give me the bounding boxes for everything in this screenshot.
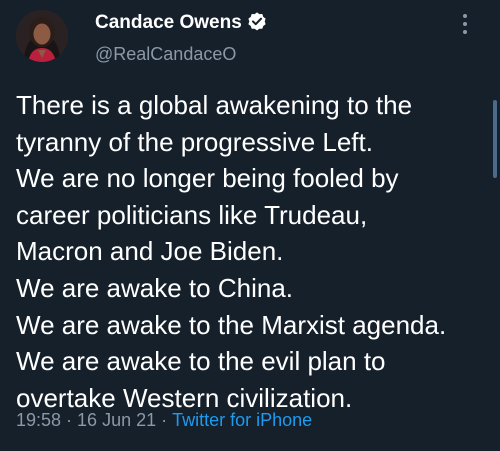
avatar-image xyxy=(16,10,68,62)
tweet-text-line: Macron and Joe Biden. xyxy=(16,236,284,267)
tweet-meta: 19:58 · 16 Jun 21 · Twitter for iPhone xyxy=(16,410,312,431)
more-dot xyxy=(463,14,467,18)
tweet-detail: Candace Owens @RealCandaceO There is a g… xyxy=(0,0,500,451)
scrollbar[interactable] xyxy=(493,100,497,178)
tweet-text-line: We are no longer being fooled by xyxy=(16,163,399,194)
meta-separator: · xyxy=(66,410,73,430)
tweet-time[interactable]: 19:58 xyxy=(16,410,61,430)
author-name[interactable]: Candace Owens xyxy=(95,12,242,34)
tweet-text-line: There is a global awakening to the xyxy=(16,90,413,120)
more-dot xyxy=(463,30,467,34)
tweet-text: There is a global awakening to the tyran… xyxy=(16,87,484,416)
more-dot xyxy=(463,22,467,26)
author-handle[interactable]: @RealCandaceO xyxy=(95,44,236,65)
tweet-text-line: We are awake to the evil plan to xyxy=(16,346,386,377)
tweet-text-line: tyranny of the progressive Left. xyxy=(16,126,373,157)
verified-badge-icon xyxy=(248,12,266,31)
tweet-text-line: We are awake to the Marxist agenda. xyxy=(16,309,447,340)
avatar[interactable] xyxy=(16,10,68,62)
meta-separator: · xyxy=(161,410,168,430)
tweet-date[interactable]: 16 Jun 21 xyxy=(77,410,156,430)
tweet-source-link[interactable]: Twitter for iPhone xyxy=(172,410,312,430)
more-vertical-icon[interactable] xyxy=(458,14,472,36)
tweet-text-line: career politicians like Trudeau, xyxy=(16,199,368,230)
tweet-text-line: We are awake to China. xyxy=(16,272,293,303)
